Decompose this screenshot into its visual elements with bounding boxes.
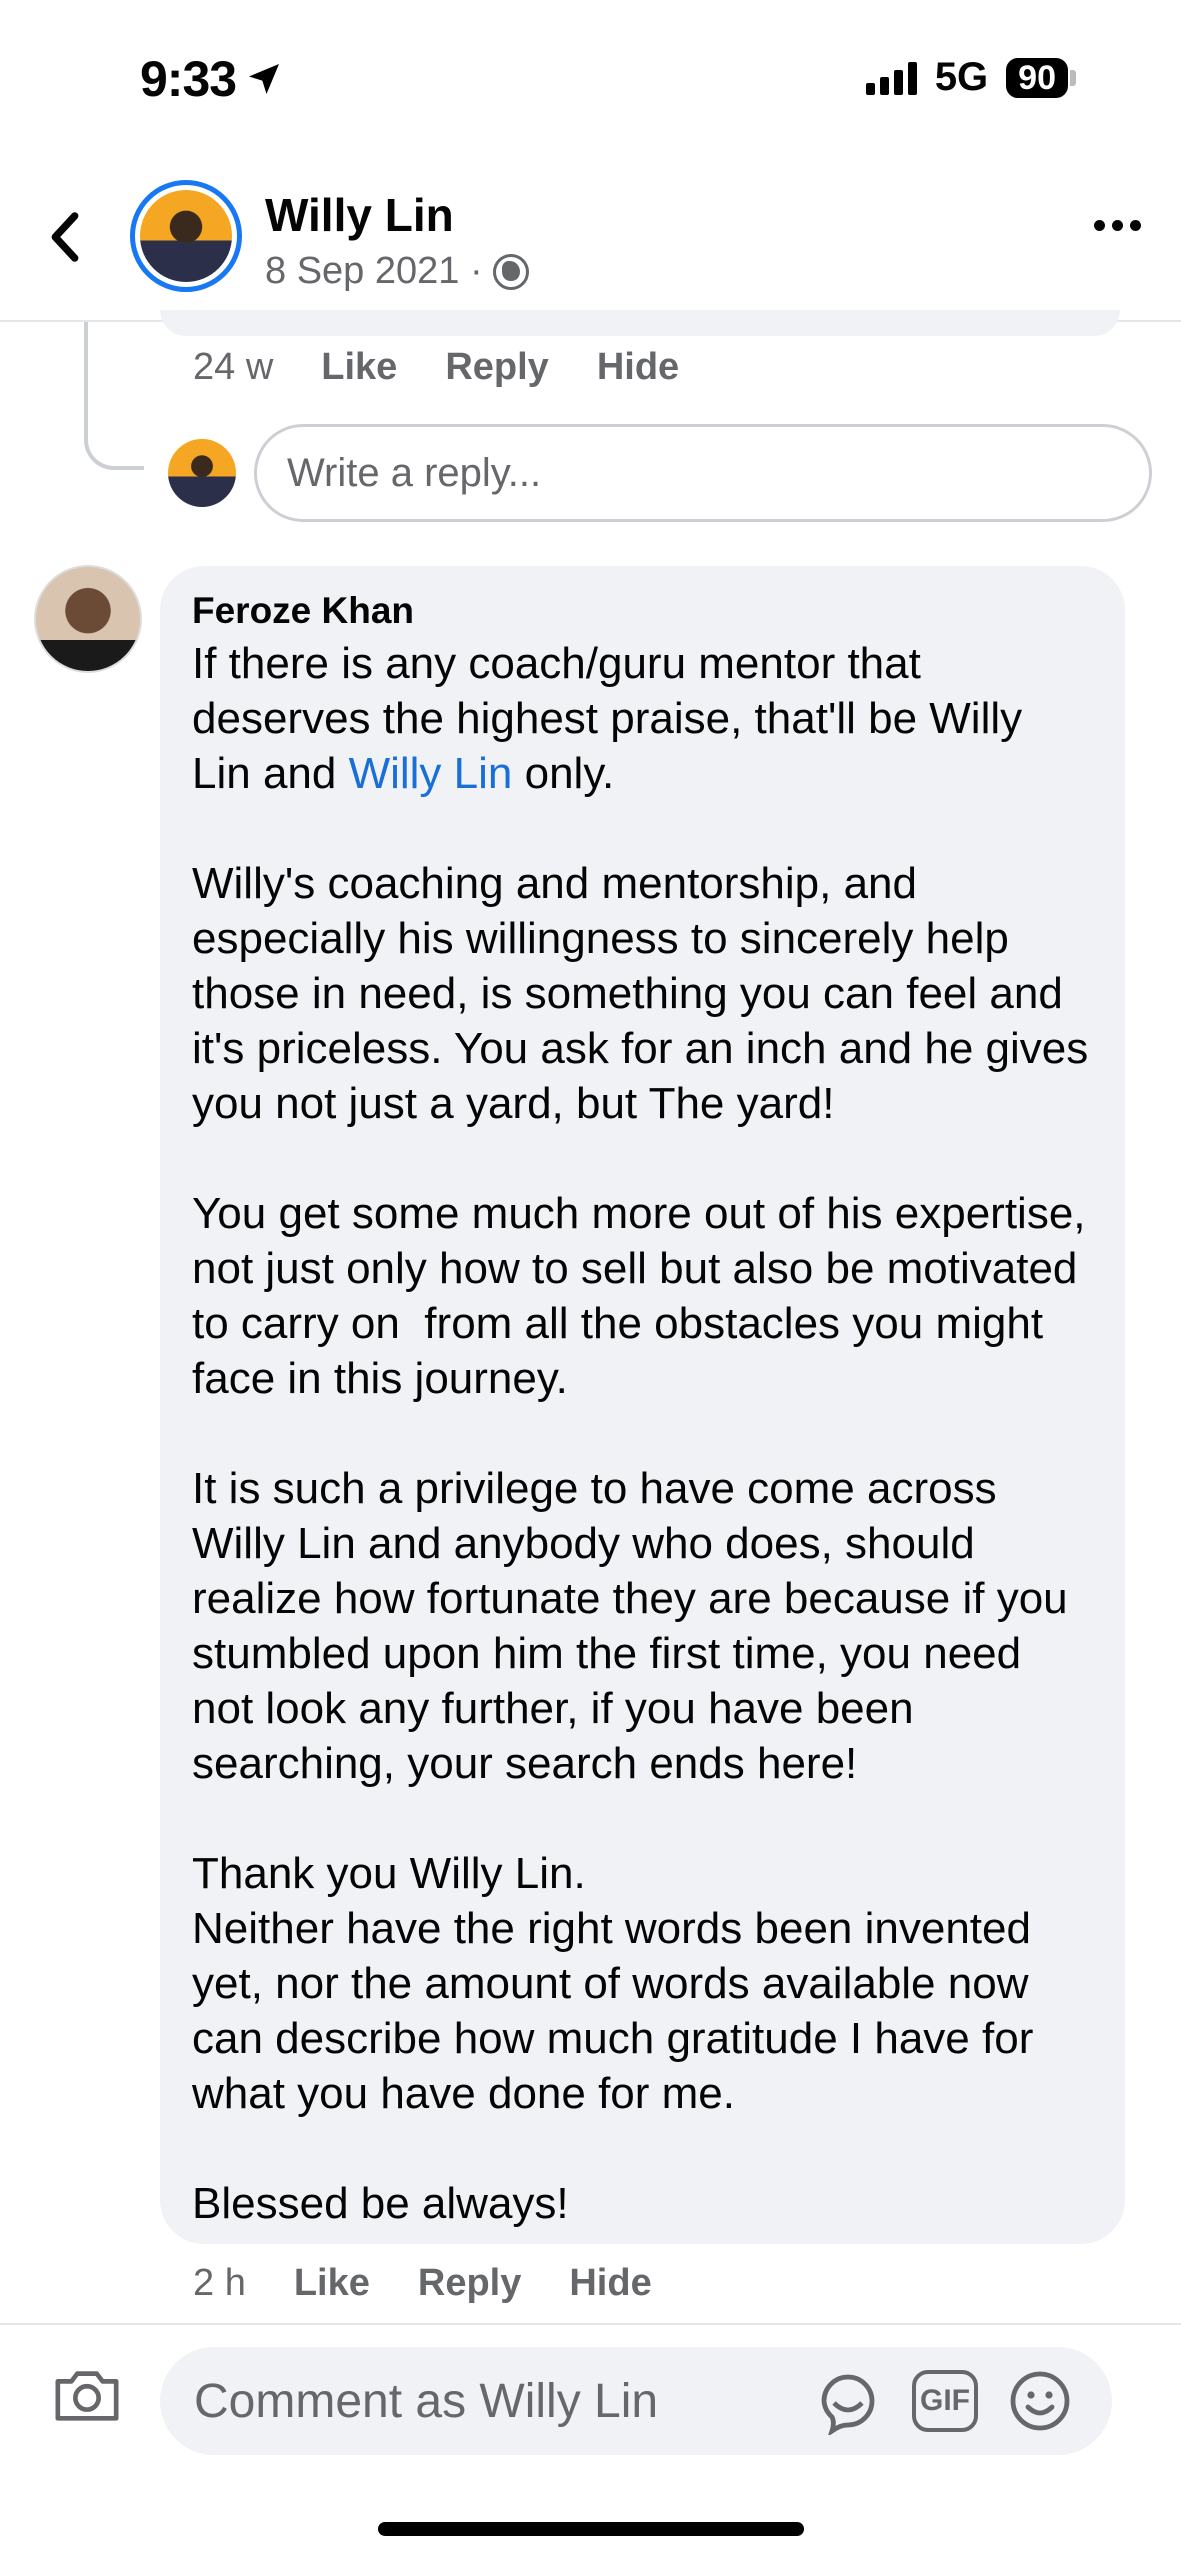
previous-reply-bubble	[160, 310, 1120, 336]
post-date: 8 Sep 2021 ·	[265, 250, 483, 292]
avatar	[168, 439, 236, 507]
like-button[interactable]: Like	[294, 2262, 370, 2305]
comment-input[interactable]: Comment as Willy Lin GIF	[160, 2347, 1112, 2455]
status-bar: 9:33 5G 90	[0, 0, 1181, 160]
network-type: 5G	[934, 55, 989, 99]
post-meta: 8 Sep 2021 ·	[265, 250, 529, 293]
emoji-icon[interactable]	[1008, 2369, 1072, 2433]
like-button[interactable]: Like	[321, 346, 397, 389]
comment-input-placeholder: Comment as Willy Lin	[194, 2374, 659, 2428]
reply-timestamp: 24 w	[193, 346, 274, 388]
thread-connector	[84, 322, 144, 470]
camera-icon	[55, 2371, 119, 2421]
profile-avatar[interactable]	[130, 180, 242, 292]
home-indicator[interactable]	[378, 2522, 804, 2536]
gif-button[interactable]: GIF	[912, 2370, 978, 2432]
location-arrow-icon	[249, 64, 280, 94]
clock-text: 9:33	[140, 51, 237, 107]
camera-button[interactable]	[52, 2365, 122, 2425]
comment-author[interactable]: Feroze Khan	[192, 590, 1093, 632]
profile-name[interactable]: Willy Lin	[265, 188, 454, 242]
hide-button[interactable]: Hide	[569, 2262, 651, 2305]
comment-actions: 2 h Like Reply Hide	[193, 2262, 652, 2305]
reply-button[interactable]: Reply	[418, 2262, 521, 2305]
composer-actions: GIF	[814, 2347, 1072, 2455]
reply-button[interactable]: Reply	[445, 346, 548, 389]
chevron-left-icon	[51, 212, 79, 262]
comment-bubble[interactable]: Feroze Khan If there is any coach/guru m…	[160, 566, 1125, 2244]
back-button[interactable]	[40, 202, 90, 272]
comment-composer: Comment as Willy Lin GIF	[0, 2323, 1181, 2463]
mention-link[interactable]: Willy Lin	[349, 749, 513, 798]
comment-text-rest: only. Willy's coaching and mentorship, a…	[192, 749, 1089, 2228]
comment-timestamp: 2 h	[193, 2262, 246, 2304]
status-time: 9:33	[140, 50, 284, 108]
comment-body: If there is any coach/guru mentor that d…	[192, 636, 1093, 2231]
battery-icon: 90	[1006, 57, 1076, 98]
more-options-button[interactable]	[1094, 220, 1141, 231]
write-reply-row: Write a reply...	[168, 424, 1152, 522]
status-indicators: 5G 90	[865, 55, 1076, 100]
avatar-image	[140, 190, 232, 282]
commenter-avatar[interactable]	[34, 565, 142, 673]
hide-button[interactable]: Hide	[597, 346, 679, 389]
signal-icon	[865, 61, 917, 95]
globe-icon	[492, 253, 529, 290]
reply-input[interactable]: Write a reply...	[254, 424, 1152, 522]
post-header: Willy Lin 8 Sep 2021 ·	[0, 160, 1181, 322]
previous-reply-actions: 24 w Like Reply Hide	[193, 346, 679, 389]
battery-level: 90	[1006, 57, 1068, 98]
sticker-icon[interactable]	[814, 2367, 882, 2435]
